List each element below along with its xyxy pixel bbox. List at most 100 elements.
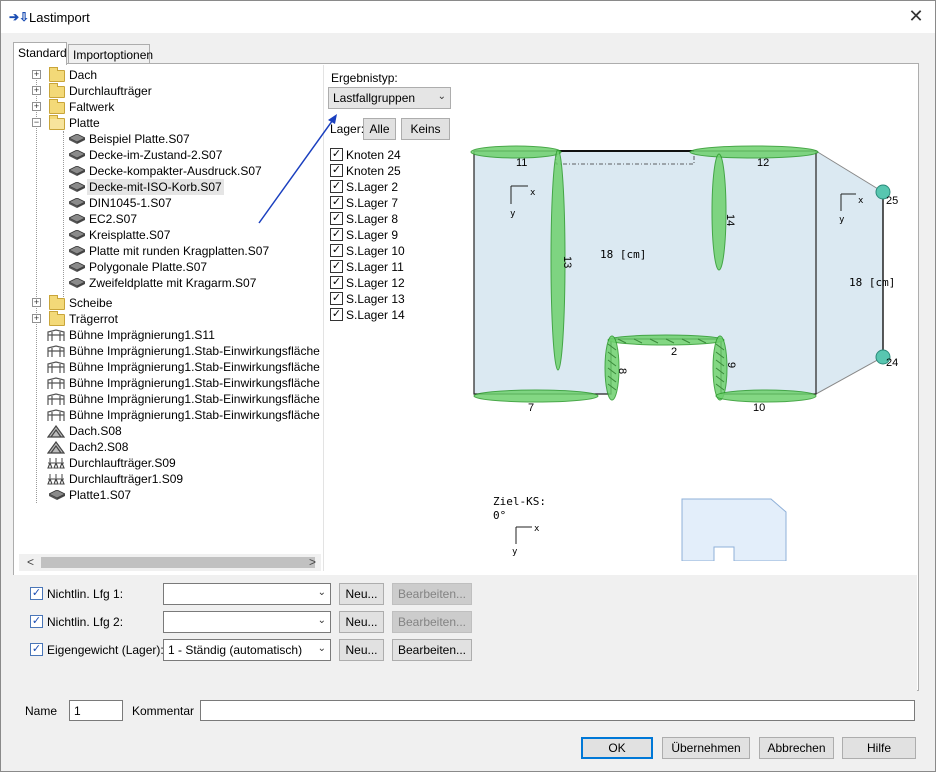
tree-file[interactable]: Platte mit runden Kragplatten.S07 (19, 243, 319, 259)
target-cs-angle: 0° (493, 509, 506, 522)
checkbox[interactable]: ✓ (330, 308, 343, 321)
select-none-button[interactable]: Keins (401, 118, 450, 140)
title-bar: ➔⇩ Lastimport ✕ (1, 1, 935, 33)
target-cs-label: Ziel-KS: (493, 495, 546, 508)
axis-y-label: y (512, 547, 518, 557)
checkbox[interactable]: ✓ (330, 292, 343, 305)
apply-button[interactable]: Übernehmen (662, 737, 750, 759)
tree-file[interactable]: Durchlaufträger1.S09 (19, 471, 319, 487)
expand-icon[interactable]: + (32, 70, 41, 79)
plate-file-icon (49, 490, 65, 500)
support-label: 8 (616, 368, 628, 374)
checkbox-selfweight[interactable]: ✓ (30, 643, 43, 656)
selfweight-edit-button[interactable]: Bearbeiten... (392, 639, 472, 661)
support-label: 11 (516, 157, 527, 169)
tree-file[interactable]: Bühne Imprägnierung1.Stab-Einwirkungsflä… (19, 407, 321, 423)
axis-target: x y (512, 524, 540, 557)
close-icon[interactable]: ✕ (905, 5, 927, 27)
scroll-left-icon[interactable]: < (27, 555, 34, 569)
tree-file[interactable]: Durchlaufträger.S09 (19, 455, 319, 471)
expand-icon[interactable]: + (32, 314, 41, 323)
ok-button[interactable]: OK (581, 737, 653, 759)
tree-label: Bühne Imprägnierung1.Stab-Einwirkungsflä… (69, 360, 321, 374)
checkbox-nonlin-2[interactable]: ✓ (30, 615, 43, 628)
nonlin-1-new-button[interactable]: Neu... (339, 583, 384, 605)
support-label: 14 (724, 214, 736, 226)
check-label: S.Lager 13 (346, 292, 405, 306)
nonlin-2-edit-button[interactable]: Bearbeiten... (392, 611, 472, 633)
cancel-button[interactable]: Abbrechen (759, 737, 834, 759)
tree-file[interactable]: Dach.S08 (19, 423, 319, 439)
support-2 (607, 334, 725, 346)
tree-file[interactable]: Bühne Imprägnierung1.Stab-Einwirkungsflä… (19, 359, 321, 375)
select-value: 1 - Ständig (automatisch) (168, 643, 303, 657)
check-label: S.Lager 7 (346, 196, 399, 210)
nonlin-1-select[interactable]: ⌄ (163, 583, 331, 605)
frame-file-icon (47, 345, 65, 357)
tree-label: Platte (69, 116, 100, 130)
tree-file[interactable]: Bühne Imprägnierung1.S11 (19, 327, 319, 343)
check-label: S.Lager 10 (346, 244, 405, 258)
beam-file-icon (47, 474, 65, 485)
expand-icon[interactable]: + (32, 102, 41, 111)
plate-file-icon (69, 262, 85, 272)
nonlin-2-select[interactable]: ⌄ (163, 611, 331, 633)
check-label: S.Lager 2 (346, 180, 399, 194)
expand-icon[interactable]: + (32, 298, 41, 307)
tree-label: Bühne Imprägnierung1.Stab-Einwirkungsflä… (69, 376, 321, 390)
axis-x-label: x (534, 524, 540, 534)
checkbox[interactable]: ✓ (330, 260, 343, 273)
comment-input[interactable] (200, 700, 915, 721)
tree-horizontal-scrollbar[interactable]: < > (19, 554, 321, 571)
tab-importoptionen[interactable]: Importoptionen (68, 44, 153, 65)
scroll-right-icon[interactable]: > (309, 555, 316, 569)
frame-file-icon (47, 361, 65, 373)
plate-file-icon (69, 198, 85, 208)
folder-icon (49, 67, 65, 82)
thickness-label: 18 [cm] (600, 248, 646, 261)
tree-file[interactable]: Bühne Imprägnierung1.Stab-Einwirkungsflä… (19, 375, 321, 391)
tree-folder-scheibe[interactable]: + Scheibe (19, 295, 319, 311)
axis-y-label: y (510, 209, 516, 219)
checkbox[interactable]: ✓ (330, 244, 343, 257)
support-14 (711, 153, 727, 271)
support-7 (473, 389, 599, 403)
support-label: 2 (671, 346, 677, 358)
tree-file[interactable]: Bühne Imprägnierung1.Stab-Einwirkungsflä… (19, 343, 321, 359)
tab-standard[interactable]: Standard (13, 42, 67, 65)
result-type-select[interactable]: Lastfallgruppen ⌄ (328, 87, 451, 109)
name-input[interactable] (69, 700, 123, 721)
preview-thumbnail (681, 498, 787, 561)
tree-label: DIN1045-1.S07 (89, 196, 172, 210)
nonlin-1-edit-button[interactable]: Bearbeiten... (392, 583, 472, 605)
tree-file[interactable]: Bühne Imprägnierung1.Stab-Einwirkungsflä… (19, 391, 321, 407)
thickness-label: 18 [cm] (849, 276, 895, 289)
tree-file[interactable]: Polygonale Platte.S07 (19, 259, 319, 275)
checkbox[interactable]: ✓ (330, 276, 343, 289)
collapse-icon[interactable]: − (32, 118, 41, 127)
selfweight-new-button[interactable]: Neu... (339, 639, 384, 661)
checkbox-nonlin-1[interactable]: ✓ (30, 587, 43, 600)
help-button[interactable]: Hilfe (842, 737, 916, 759)
tree-label: Bühne Imprägnierung1.Stab-Einwirkungsflä… (69, 392, 321, 406)
tree-folder-traegerrot[interactable]: + Trägerrot (19, 311, 319, 327)
plate-file-icon (69, 230, 85, 240)
chevron-down-icon: ⌄ (317, 587, 326, 598)
tree-folder-durchlauftraeger[interactable]: + Durchlaufträger (19, 83, 319, 99)
selfweight-select[interactable]: 1 - Ständig (automatisch) ⌄ (163, 639, 331, 661)
frame-file-icon (47, 329, 65, 341)
select-all-button[interactable]: Alle (363, 118, 396, 140)
tree-folder-dach[interactable]: + Dach (19, 67, 319, 83)
roof-file-icon (47, 441, 65, 454)
scroll-thumb[interactable] (41, 557, 315, 568)
nonlin-2-new-button[interactable]: Neu... (339, 611, 384, 633)
tree-file[interactable]: Dach2.S08 (19, 439, 319, 455)
plate-file-icon (69, 278, 85, 288)
support-label: 9 (725, 362, 737, 368)
tree-file[interactable]: Zweifeldplatte mit Kragarm.S07 (19, 275, 319, 291)
plate-file-icon (69, 134, 85, 144)
expand-icon[interactable]: + (32, 86, 41, 95)
support-10 (715, 389, 817, 403)
tree-file[interactable]: Platte1.S07 (19, 487, 319, 503)
support-label: 7 (528, 402, 534, 414)
